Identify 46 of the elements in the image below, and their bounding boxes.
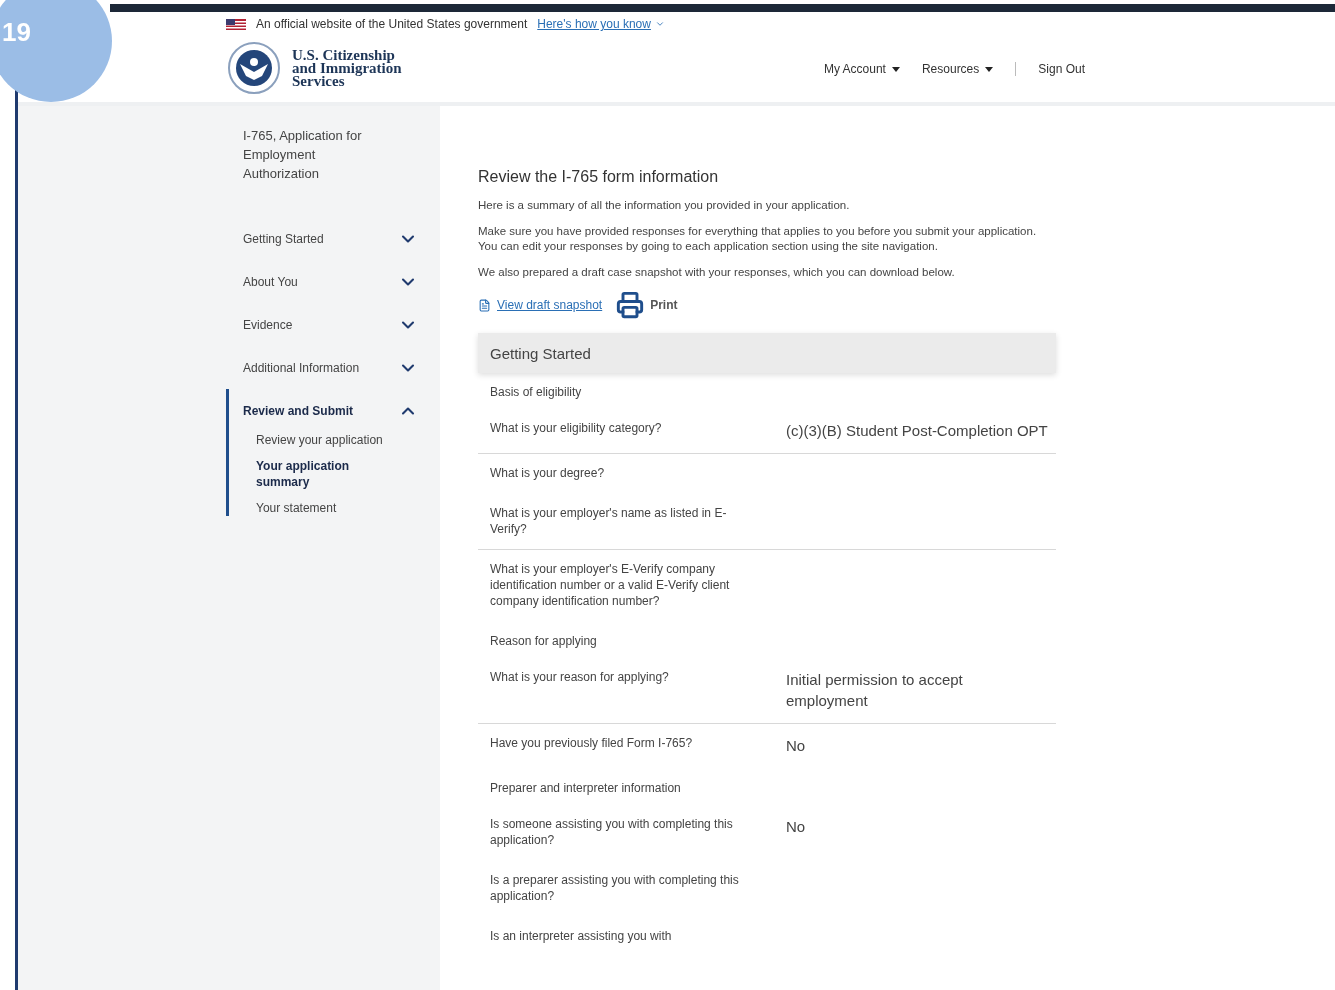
sidebar-item[interactable]: About You — [243, 260, 418, 303]
question: What is your degree? — [490, 465, 606, 481]
print-button[interactable]: Print — [616, 291, 678, 319]
document-icon — [478, 298, 491, 312]
flag-icon — [226, 18, 246, 30]
sidebar-subitem[interactable]: Review your application — [243, 432, 393, 448]
sidebar-subitem[interactable]: Your statement — [243, 500, 393, 516]
question: Is someone assisting you with completing this application? — [490, 816, 734, 848]
chevron-down-icon — [654, 19, 665, 29]
seal-logo[interactable] — [226, 42, 282, 94]
question: Have you previously filed Form I-765? — [490, 735, 694, 752]
nav-menu[interactable]: Resources — [921, 62, 994, 76]
how-you-know-link[interactable]: Here's how you know — [537, 17, 665, 31]
printer-icon — [616, 291, 645, 319]
sidebar-subitem[interactable]: Your application summary — [243, 458, 393, 490]
page-number: 19 — [2, 17, 31, 48]
subheading: Basis of eligibility — [489, 384, 583, 401]
view-snapshot-link[interactable]: View draft snapshot — [478, 298, 603, 312]
nav-link[interactable]: Sign Out — [1038, 62, 1085, 76]
answer: No — [786, 736, 807, 756]
paragraph: Make sure you have provided responses for everything that applies to you before you submit your application. You can edit your responses by going to each application section using the site navigation. — [478, 224, 1038, 254]
answer: Initial permission to accept employment — [786, 670, 964, 711]
question: Is a preparer assisting you with completing this application? — [490, 872, 740, 904]
caret-icon — [891, 66, 900, 72]
sidebar-item[interactable]: Additional Information — [243, 346, 418, 389]
agency-name: U.S. Citizenship and Immigration Services — [292, 48, 402, 88]
answer: (c)(3)(B) Student Post-Completion OPT — [786, 421, 1048, 441]
answer: No — [786, 817, 807, 837]
sidebar-item[interactable]: Review and Submit — [243, 389, 418, 432]
paragraph: Here is a summary of all the information you provided in your application. — [478, 198, 851, 213]
question: What is your reason for applying? — [490, 669, 670, 686]
nav-menu[interactable]: My Account — [823, 62, 900, 76]
subheading: Reason for applying — [489, 633, 598, 650]
sidebar-item[interactable]: Evidence — [243, 303, 418, 346]
subheading: Preparer and interpreter information — [489, 780, 682, 797]
banner-text: An official website of the United States government — [256, 17, 528, 31]
section-header: Getting Started — [478, 333, 1056, 373]
question: What is your employer's E-Verify company identification number or a valid E-Verify client company identification number? — [490, 561, 731, 609]
form-title: I-765, Application for Employment Authorization — [243, 127, 363, 183]
page-title: Review the I-765 form information — [478, 168, 720, 186]
paragraph: We also prepared a draft case snapshot with your responses, which you can download below. — [478, 265, 956, 280]
sidebar-item[interactable]: Getting Started — [243, 217, 418, 260]
caret-icon — [985, 66, 994, 72]
question: Is an interpreter assisting you with — [490, 928, 673, 944]
question: What is your employer's name as listed in E-Verify? — [490, 505, 728, 537]
question: What is your eligibility category? — [490, 420, 663, 437]
